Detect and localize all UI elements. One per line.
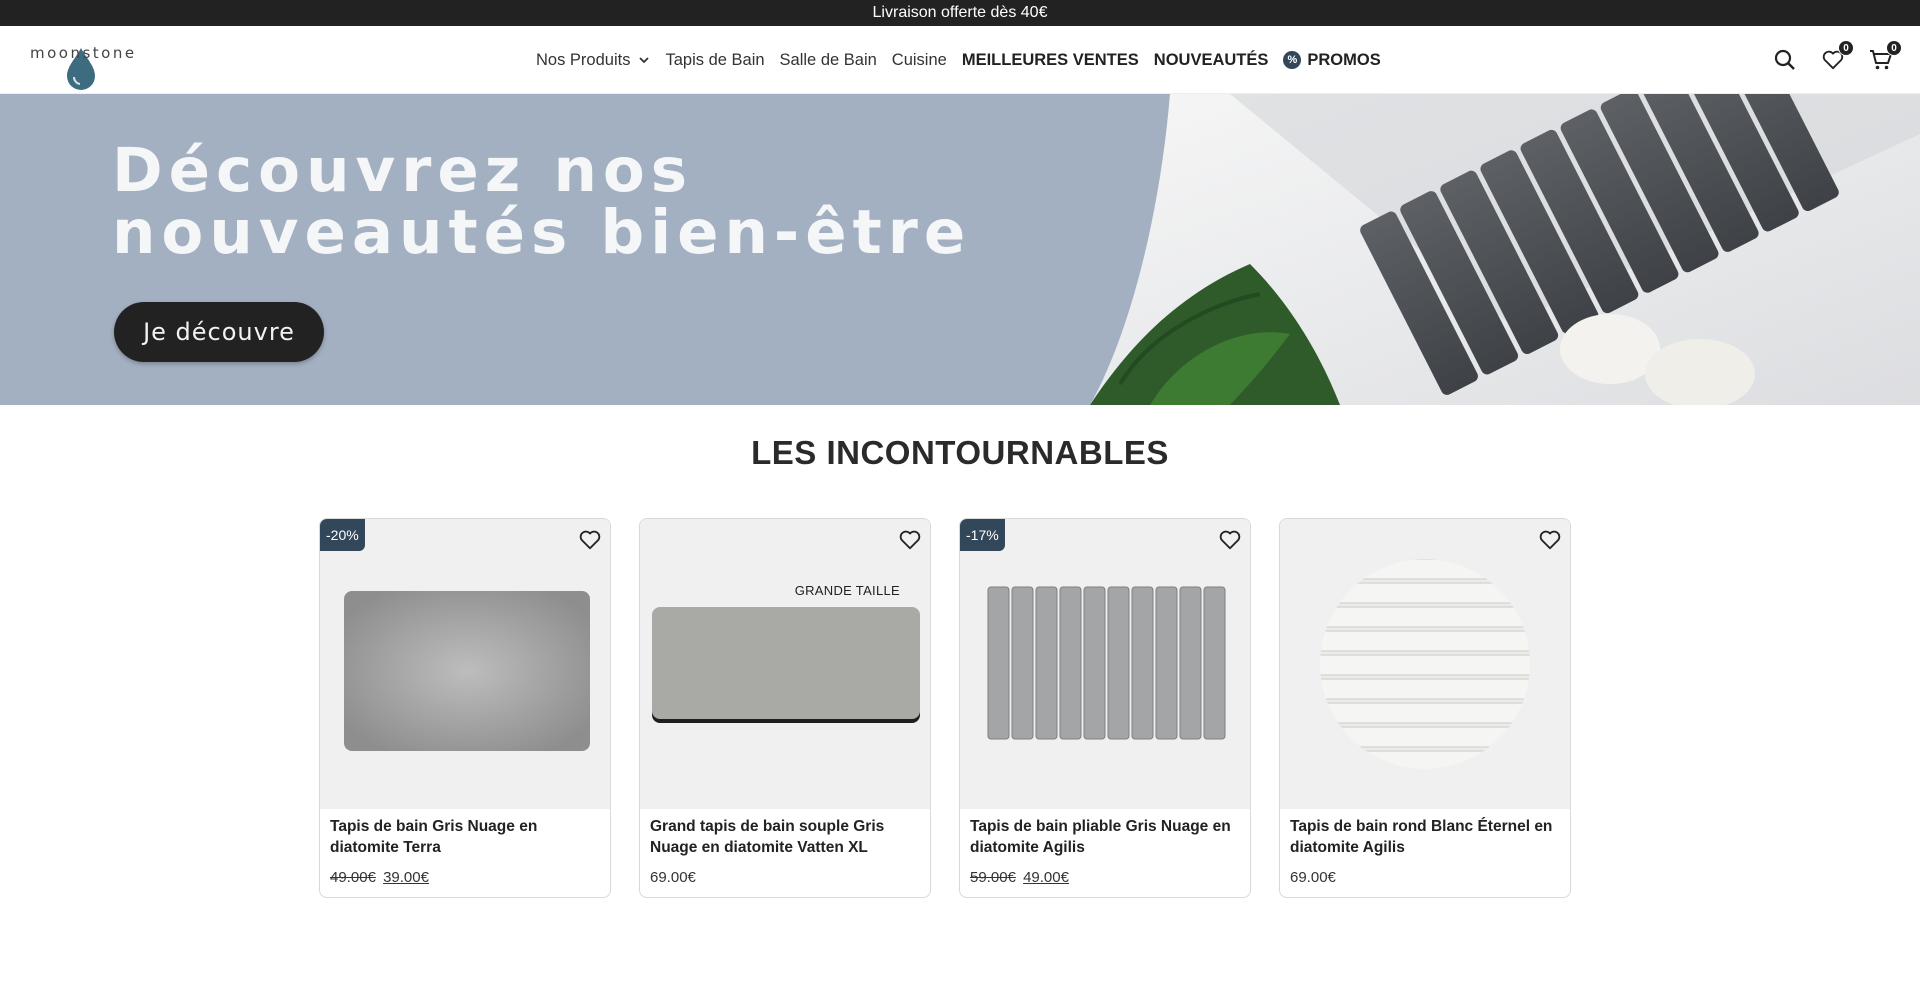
heart-icon[interactable] — [899, 529, 921, 551]
search-icon — [1774, 49, 1795, 70]
nav-kitchen[interactable]: Cuisine — [892, 51, 947, 70]
product-card[interactable]: -20% Tapis de bain Gris Nuage en diatomi… — [319, 518, 611, 898]
percent-icon: % — [1283, 51, 1302, 69]
hero-banner[interactable]: Découvrez nos nouveautés bien-être Je dé… — [0, 94, 1920, 405]
nav-bathroom[interactable]: Salle de Bain — [780, 51, 877, 70]
old-price: 49.00€ — [330, 869, 376, 886]
discount-badge: -20% — [320, 519, 365, 551]
mat-image — [652, 607, 920, 723]
hero-image — [1090, 94, 1920, 405]
product-name[interactable]: Tapis de bain rond Blanc Éternel en diat… — [1290, 816, 1560, 860]
nav-promos-label: PROMOS — [1307, 50, 1381, 69]
mat-image — [1320, 559, 1530, 769]
product-image — [1280, 519, 1570, 809]
announcement-bar: Livraison offerte dès 40€ — [0, 0, 1920, 26]
price: 69.00€ — [1290, 869, 1336, 886]
sale-price: 39.00€ — [383, 869, 429, 886]
product-card[interactable]: -17% Tapis de bain pliable Gris Nuage en… — [959, 518, 1251, 898]
announcement-text: Livraison offerte dès 40€ — [872, 4, 1048, 21]
header-actions: 0 0 — [1772, 26, 1902, 94]
hero-title-line-1: Découvrez nos — [112, 135, 694, 206]
nav-promos[interactable]: % PROMOS — [1283, 50, 1381, 70]
hero-cta-button[interactable]: Je découvre — [114, 302, 324, 362]
product-price: 59.00€ 49.00€ — [970, 869, 1240, 886]
mat-image — [987, 586, 1226, 740]
product-price: 69.00€ — [1290, 869, 1560, 886]
cart-button[interactable]: 0 — [1868, 40, 1902, 73]
product-price: 49.00€ 39.00€ — [330, 869, 600, 886]
product-name[interactable]: Grand tapis de bain souple Gris Nuage en… — [650, 816, 920, 860]
heart-icon[interactable] — [1539, 529, 1561, 551]
brand-logo[interactable]: moonstone — [30, 40, 134, 90]
price: 69.00€ — [650, 869, 696, 886]
product-card[interactable]: GRANDE TAILLE Grand tapis de bain souple… — [639, 518, 931, 898]
product-name[interactable]: Tapis de bain pliable Gris Nuage en diat… — [970, 816, 1240, 860]
heart-icon[interactable] — [579, 529, 601, 551]
hero-title-line-2: nouveautés bien-être — [112, 197, 972, 268]
discount-badge: -17% — [960, 519, 1005, 551]
product-image: -20% — [320, 519, 610, 809]
cart-count: 0 — [1886, 40, 1902, 56]
product-image: -17% — [960, 519, 1250, 809]
main-nav: Nos Produits Tapis de Bain Salle de Bain… — [536, 26, 1381, 94]
sale-price: 49.00€ — [1023, 869, 1069, 886]
product-image: GRANDE TAILLE — [640, 519, 930, 809]
heart-icon[interactable] — [1219, 529, 1241, 551]
wishlist-count: 0 — [1838, 40, 1854, 56]
nav-best-sellers[interactable]: MEILLEURES VENTES — [962, 51, 1139, 70]
image-label: GRANDE TAILLE — [794, 583, 900, 598]
section-title: LES INCONTOURNABLES — [751, 434, 1169, 471]
nav-new[interactable]: NOUVEAUTÉS — [1154, 51, 1269, 70]
old-price: 59.00€ — [970, 869, 1016, 886]
mat-image — [344, 591, 590, 751]
brand-name: moonstone — [30, 44, 137, 62]
nav-products[interactable]: Nos Produits — [536, 51, 650, 70]
hero-title: Découvrez nos nouveautés bien-être — [112, 140, 971, 264]
product-grid: -20% Tapis de bain Gris Nuage en diatomi… — [319, 518, 1571, 898]
search-button[interactable] — [1772, 47, 1798, 73]
product-name[interactable]: Tapis de bain Gris Nuage en diatomite Te… — [330, 816, 600, 860]
site-header: moonstone Nos Produits Tapis de Bain Sal… — [0, 26, 1920, 94]
nav-bath-mats[interactable]: Tapis de Bain — [665, 51, 764, 70]
nav-products-label: Nos Produits — [536, 50, 631, 69]
product-price: 69.00€ — [650, 869, 920, 886]
chevron-down-icon — [639, 57, 650, 64]
wishlist-button[interactable]: 0 — [1820, 40, 1854, 73]
product-card[interactable]: Tapis de bain rond Blanc Éternel en diat… — [1279, 518, 1571, 898]
